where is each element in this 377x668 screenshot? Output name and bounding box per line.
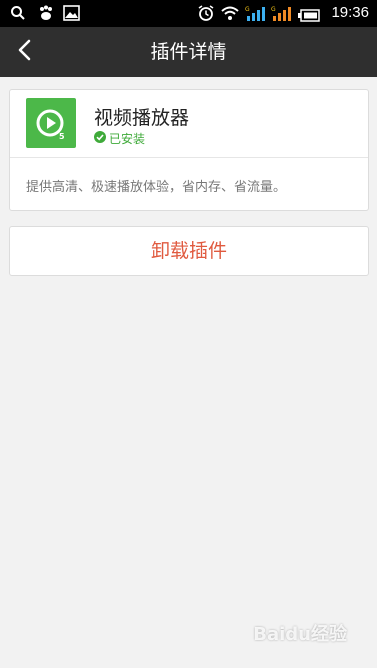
page-title: 插件详情 (150, 41, 227, 63)
search-icon (10, 5, 26, 25)
plugin-card: 5 视频播放器 已安装 提供高清、极速播放体验，省内存、省流量。 (9, 89, 369, 211)
uninstall-button[interactable]: 卸载插件 (9, 226, 369, 276)
check-circle-icon (94, 130, 106, 146)
plugin-description: 提供高清、极速播放体验，省内存、省流量。 (26, 180, 287, 195)
back-arrow-icon (17, 39, 33, 65)
image-icon (63, 5, 80, 25)
svg-text:G: G (245, 6, 250, 13)
video-player-icon: 5 (26, 98, 76, 148)
plugin-header: 5 视频播放器 已安装 (10, 90, 368, 156)
signal-icon: G (271, 5, 293, 25)
divider (10, 157, 368, 158)
signal-icon: G (245, 5, 267, 25)
status-bar: G G 19:36 (0, 0, 377, 27)
svg-text:G: G (271, 6, 276, 13)
battery-icon (298, 7, 320, 26)
baidu-watermark: Baidu经验 (253, 624, 347, 645)
alarm-icon (198, 5, 214, 26)
install-status-label: 已安装 (109, 131, 146, 146)
baidu-paw-icon (38, 5, 54, 25)
back-button[interactable] (8, 35, 42, 69)
svg-text:5: 5 (59, 132, 65, 141)
plugin-name: 视频播放器 (94, 107, 190, 129)
nav-bar: 插件详情 (0, 27, 377, 77)
install-status: 已安装 (94, 130, 145, 146)
wifi-icon (220, 5, 240, 25)
status-time: 19:36 (331, 4, 369, 21)
